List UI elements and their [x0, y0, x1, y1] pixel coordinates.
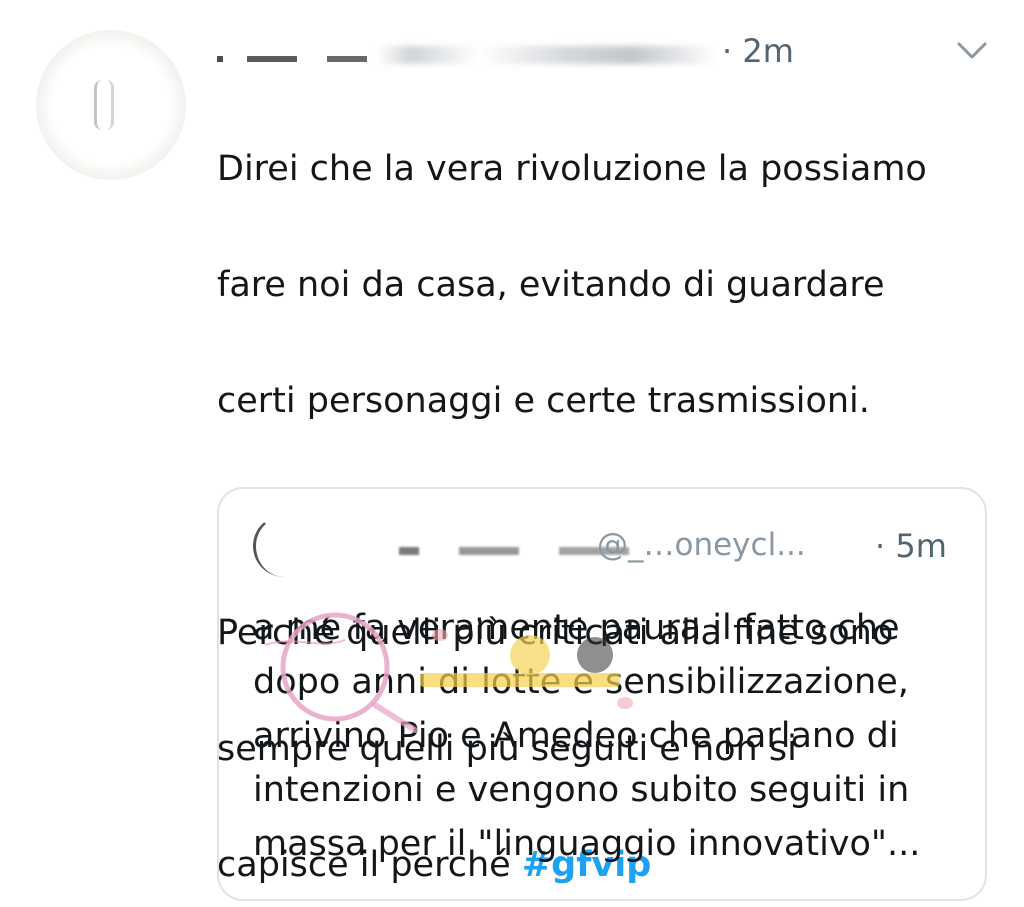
tweet-card[interactable]: · 2m Direi che la vera rivoluzione la po…	[0, 0, 1024, 907]
tweet-text-line: fare noi da casa, evitando di guardare	[217, 265, 885, 305]
avatar-image-blur	[94, 80, 114, 130]
quoted-tweet-text: a me fa veramente paura il fatto che dop…	[253, 608, 921, 864]
quoted-handle[interactable]: @_…oneycl...	[597, 527, 806, 563]
avatar[interactable]	[36, 30, 186, 180]
tweet-header: · 2m	[217, 30, 987, 74]
author-handle-redacted[interactable]	[377, 46, 717, 64]
quoted-author-name-redacted[interactable]	[399, 547, 629, 555]
quoted-avatar[interactable]	[253, 515, 315, 577]
quoted-tweet[interactable]: @_…oneycl... · 5m a me fa veramente paur…	[217, 487, 987, 901]
chevron-down-icon[interactable]	[955, 36, 989, 64]
tweet-text-line: certi personaggi e certe trasmissioni.	[217, 381, 870, 421]
tweet-timestamp[interactable]: · 2m	[722, 32, 794, 70]
author-name-redacted[interactable]	[217, 56, 367, 62]
tweet-text-line: Direi che la vera rivoluzione la possiam…	[217, 149, 927, 189]
quoted-timestamp[interactable]: · 5m	[875, 527, 947, 565]
